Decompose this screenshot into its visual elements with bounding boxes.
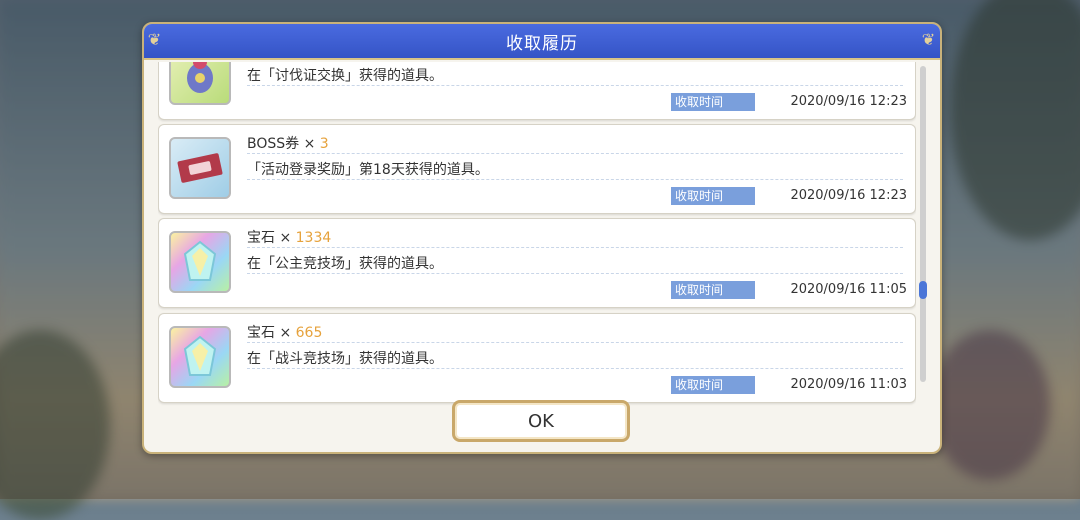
item-desc: 在「战斗竞技场」获得的道具。	[247, 348, 903, 369]
scrollbar[interactable]	[919, 66, 927, 382]
multiply-icon: ×	[279, 230, 292, 246]
time-label: 收取时间	[671, 376, 755, 394]
ornament-left-icon: ❦	[147, 30, 163, 49]
history-list[interactable]: 在「讨伐证交换」获得的道具。 收取时间 2020/09/16 12:23 BOS…	[158, 62, 916, 412]
list-item: 宝石 × 1334 在「公主竞技场」获得的道具。 收取时间 2020/09/16…	[158, 218, 916, 308]
time-label: 收取时间	[671, 187, 755, 205]
dialog-header: ❦ 收取履历 ❦	[144, 24, 940, 60]
time-value: 2020/09/16 11:05	[790, 282, 907, 297]
multiply-icon: ×	[303, 136, 316, 152]
time-value: 2020/09/16 11:03	[790, 377, 907, 392]
item-title: 宝石 × 665	[247, 322, 903, 343]
item-desc: 「活动登录奖励」第18天获得的道具。	[247, 159, 903, 180]
gem-icon	[169, 326, 231, 388]
ornament-right-icon: ❦	[921, 30, 937, 49]
time-row: 收取时间 2020/09/16 12:23	[671, 187, 907, 205]
time-value: 2020/09/16 12:23	[790, 188, 907, 203]
item-bag-icon	[169, 62, 231, 105]
time-row: 收取时间 2020/09/16 11:05	[671, 281, 907, 299]
time-row: 收取时间 2020/09/16 11:03	[671, 376, 907, 394]
item-desc: 在「公主竞技场」获得的道具。	[247, 253, 903, 274]
time-row: 收取时间 2020/09/16 12:23	[671, 93, 907, 111]
item-desc: 在「讨伐证交换」获得的道具。	[247, 65, 903, 86]
list-item: 在「讨伐证交换」获得的道具。 收取时间 2020/09/16 12:23	[158, 62, 916, 120]
collection-history-dialog: ❦ 收取履历 ❦ 在「讨伐证交换」获得的道具。 收取时间 2020/09/16 …	[142, 22, 942, 454]
list-item: BOSS券 × 3 「活动登录奖励」第18天获得的道具。 收取时间 2020/0…	[158, 124, 916, 214]
item-title: 宝石 × 1334	[247, 227, 903, 248]
scroll-thumb[interactable]	[919, 281, 927, 299]
item-quantity: 1334	[295, 230, 332, 246]
list-item: 宝石 × 665 在「战斗竞技场」获得的道具。 收取时间 2020/09/16 …	[158, 313, 916, 403]
item-quantity: 3	[319, 136, 329, 152]
ok-button[interactable]: OK	[452, 400, 630, 442]
time-value: 2020/09/16 12:23	[790, 94, 907, 109]
item-name: BOSS券	[247, 136, 300, 152]
boss-ticket-icon	[169, 137, 231, 199]
item-name: 宝石	[247, 325, 275, 341]
multiply-icon: ×	[279, 325, 292, 341]
dialog-title: 收取履历	[506, 33, 578, 54]
time-label: 收取时间	[671, 93, 755, 111]
item-quantity: 665	[295, 325, 323, 341]
gem-icon	[169, 231, 231, 293]
time-label: 收取时间	[671, 281, 755, 299]
item-title: BOSS券 × 3	[247, 133, 903, 154]
item-name: 宝石	[247, 230, 275, 246]
